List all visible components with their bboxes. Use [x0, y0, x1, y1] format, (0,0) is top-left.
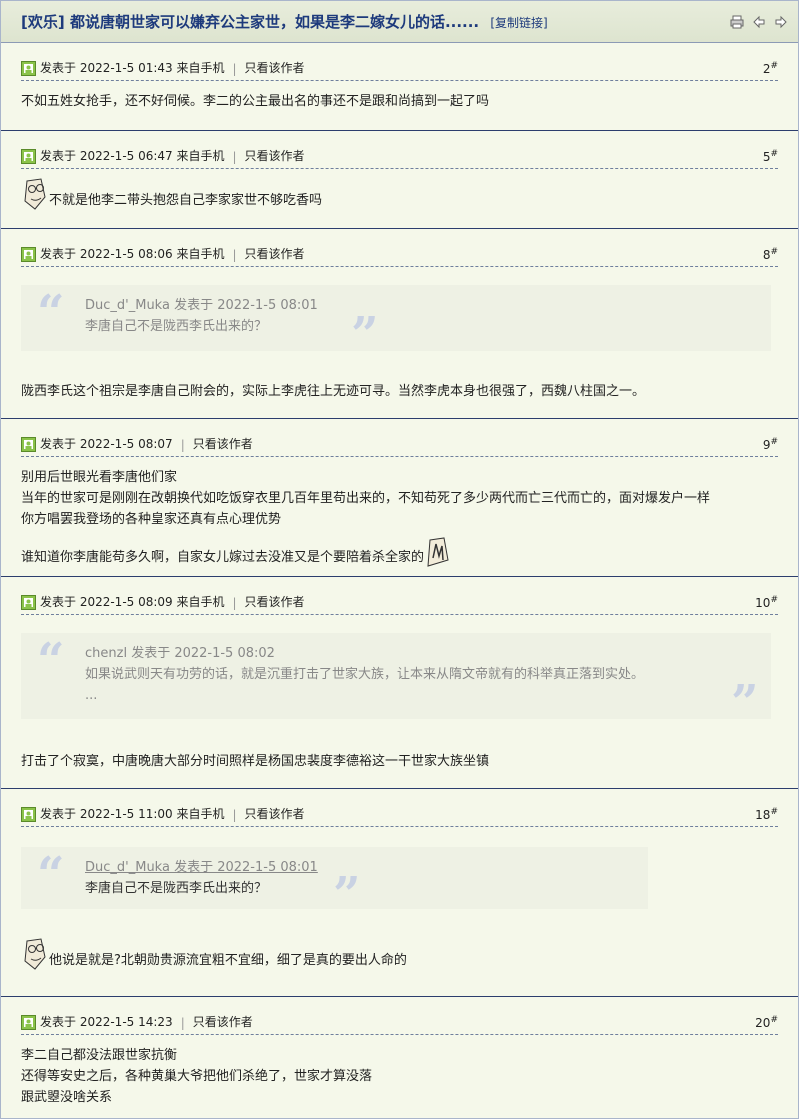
post: 发表于 2022-1-5 08:07 | 只看该作者 9# 别用后世眼光看李唐他…	[1, 419, 798, 577]
post-text: 陇西李氏这个祖宗是李唐自己附会的，实际上李虎往上无迹可寻。当然李虎本身也很强了，…	[21, 384, 646, 399]
next-icon[interactable]	[774, 15, 788, 29]
quote-block: “ Duc_d'_Muka 发表于 2022-1-5 08:01 李唐自己不是陇…	[21, 847, 648, 919]
post-meta: 发表于 2022-1-5 08:06 来自手机	[40, 247, 225, 261]
divider: |	[232, 808, 237, 822]
open-quote-icon: “	[37, 847, 65, 903]
post-text: 跟武曌没啥关系	[21, 1090, 113, 1105]
only-author-link[interactable]: 只看该作者	[245, 805, 305, 822]
post-body: 不如五姓女抢手，还不好伺候。李二的公主最出名的事还不是跟和尚搞到一起了吗	[21, 81, 778, 112]
user-icon	[21, 247, 36, 262]
post-header: 发表于 2022-1-5 08:09 来自手机 | 只看该作者 10#	[21, 577, 778, 615]
previous-icon[interactable]	[752, 15, 766, 29]
post-body: 陇西李氏这个祖宗是李唐自己附会的，实际上李虎往上无迹可寻。当然李虎本身也很强了，…	[21, 381, 778, 402]
post: 发表于 2022-1-5 01:43 来自手机 | 只看该作者 2# 不如五姓女…	[1, 43, 798, 131]
post: 发表于 2022-1-5 14:23 | 只看该作者 20# 李二自己都没法跟世…	[1, 997, 798, 1118]
thread-header: [欢乐] 都说唐朝世家可以嫌弃公主家世，如果是李二嫁女儿的话...... [复制…	[1, 1, 798, 43]
post: 发表于 2022-1-5 08:06 来自手机 | 只看该作者 8# “ Duc…	[1, 229, 798, 419]
user-icon	[21, 437, 36, 452]
post-text: 谁知道你李唐能苟多久啊，自家女儿嫁过去没准又是个要陪着杀全家的	[21, 536, 778, 568]
only-author-link[interactable]: 只看该作者	[245, 245, 305, 262]
user-icon	[21, 807, 36, 822]
divider: |	[180, 438, 185, 452]
post-body: 打击了个寂寞，中唐晚唐大部分时间照样是杨国忠裴度李德裕这一干世家大族坐镇	[21, 751, 778, 772]
post-text: 不就是他李二带头抱怨自己李家家世不够吃香吗	[21, 177, 778, 211]
floor-number[interactable]: 8#	[763, 247, 778, 262]
divider: |	[232, 62, 237, 76]
only-author-link[interactable]: 只看该作者	[245, 147, 305, 164]
floor-number[interactable]: 18#	[755, 807, 778, 822]
post: 发表于 2022-1-5 08:09 来自手机 | 只看该作者 10# “ ch…	[1, 577, 798, 789]
post-meta: 发表于 2022-1-5 14:23	[40, 1015, 173, 1029]
post-header: 发表于 2022-1-5 11:00 来自手机 | 只看该作者 18#	[21, 789, 778, 827]
post-text: 不如五姓女抢手，还不好伺候。李二的公主最出名的事还不是跟和尚搞到一起了吗	[21, 94, 490, 109]
quote-text: 李唐自己不是陇西李氏出来的？	[85, 319, 268, 334]
post-text: 他说是就是?北朝勋贵源流宜粗不宜细，细了是真的要出人命的	[21, 937, 778, 971]
post-header: 发表于 2022-1-5 08:06 来自手机 | 只看该作者 8#	[21, 229, 778, 267]
divider: |	[232, 150, 237, 164]
floor-number[interactable]: 2#	[763, 61, 778, 76]
user-icon	[21, 1015, 36, 1030]
post-header: 发表于 2022-1-5 01:43 来自手机 | 只看该作者 2#	[21, 43, 778, 81]
quote-author-link[interactable]: Duc_d'_Muka 发表于 2022-1-5 08:01	[85, 857, 648, 878]
thread-tools	[730, 15, 788, 29]
user-icon	[21, 149, 36, 164]
floor-number[interactable]: 10#	[755, 595, 778, 610]
thread-title: [欢乐] 都说唐朝世家可以嫌弃公主家世，如果是李二嫁女儿的话...... [复制…	[21, 11, 548, 32]
post-header: 发表于 2022-1-5 14:23 | 只看该作者 20#	[21, 997, 778, 1035]
thread-title-text: 都说唐朝世家可以嫌弃公主家世，如果是李二嫁女儿的话......	[64, 13, 480, 31]
copy-link[interactable]: [复制链接]	[490, 16, 547, 30]
floor-number[interactable]: 9#	[763, 437, 778, 452]
post-header: 发表于 2022-1-5 06:47 来自手机 | 只看该作者 5#	[21, 131, 778, 169]
user-icon	[21, 595, 36, 610]
post-body: 他说是就是?北朝勋贵源流宜粗不宜细，细了是真的要出人命的	[21, 937, 778, 971]
close-quote-icon: ”	[333, 867, 361, 923]
quote-more: ...	[85, 688, 98, 703]
post-body: 不就是他李二带头抱怨自己李家家世不够吃香吗	[21, 169, 778, 211]
user-icon	[21, 61, 36, 76]
thread-tag[interactable]: [欢乐]	[21, 13, 65, 31]
post-text: 你方唱罢我登场的各种皇家还真有点心理优势	[21, 512, 282, 527]
quote-author: Duc_d'_Muka 发表于 2022-1-5 08:01	[85, 298, 318, 313]
only-author-link[interactable]: 只看该作者	[245, 59, 305, 76]
post-body: 别用后世眼光看李唐他们家 当年的世家可是刚刚在改朝换代如吃饭穿衣里几百年里苟出来…	[21, 457, 778, 568]
post-text: 还得等安史之后，各种黄巢大爷把他们杀绝了，世家才算没落	[21, 1069, 373, 1084]
divider: |	[232, 248, 237, 262]
post-body: 李二自己都没法跟世家抗衡 还得等安史之后，各种黄巢大爷把他们杀绝了，世家才算没落…	[21, 1035, 778, 1108]
quote-block: “ chenzl 发表于 2022-1-5 08:02 如果说武则天有功劳的话，…	[21, 633, 771, 727]
post: 发表于 2022-1-5 06:47 来自手机 | 只看该作者 5# 不就是他李…	[1, 131, 798, 229]
post-header: 发表于 2022-1-5 08:07 | 只看该作者 9#	[21, 419, 778, 457]
thread-container: [欢乐] 都说唐朝世家可以嫌弃公主家世，如果是李二嫁女儿的话...... [复制…	[0, 0, 799, 1119]
post-meta: 发表于 2022-1-5 01:43 来自手机	[40, 61, 225, 75]
post-meta: 发表于 2022-1-5 08:09 来自手机	[40, 595, 225, 609]
only-author-link[interactable]: 只看该作者	[193, 1013, 253, 1030]
post-meta: 发表于 2022-1-5 08:07	[40, 437, 173, 451]
quote-author: chenzl 发表于 2022-1-5 08:02	[85, 646, 275, 661]
glasses-face-emoticon	[24, 938, 46, 970]
glasses-face-emoticon	[24, 178, 46, 210]
print-icon[interactable]	[730, 15, 744, 29]
quote-block: “ Duc_d'_Muka 发表于 2022-1-5 08:01 李唐自己不是陇…	[21, 285, 771, 359]
floor-number[interactable]: 5#	[763, 149, 778, 164]
post-text: 别用后世眼光看李唐他们家	[21, 470, 178, 485]
only-author-link[interactable]: 只看该作者	[193, 435, 253, 452]
divider: |	[180, 1016, 185, 1030]
hand-wave-emoticon	[427, 537, 449, 567]
open-quote-icon: “	[37, 633, 65, 689]
post-text: 打击了个寂寞，中唐晚唐大部分时间照样是杨国忠裴度李德裕这一干世家大族坐镇	[21, 754, 490, 769]
floor-number[interactable]: 20#	[755, 1015, 778, 1030]
post-meta: 发表于 2022-1-5 11:00 来自手机	[40, 807, 225, 821]
divider: |	[232, 596, 237, 610]
post-text: 李二自己都没法跟世家抗衡	[21, 1048, 178, 1063]
only-author-link[interactable]: 只看该作者	[245, 593, 305, 610]
post: 发表于 2022-1-5 11:00 来自手机 | 只看该作者 18# “ Du…	[1, 789, 798, 997]
close-quote-icon: ”	[731, 675, 759, 731]
open-quote-icon: “	[37, 285, 65, 341]
close-quote-icon: ”	[351, 307, 379, 363]
quote-text: 如果说武则天有功劳的话，就是沉重打击了世家大族，让本来从隋文帝就有的科举真正落到…	[85, 667, 645, 682]
quote-text: 李唐自己不是陇西李氏出来的？	[85, 881, 268, 896]
post-meta: 发表于 2022-1-5 06:47 来自手机	[40, 149, 225, 163]
post-text: 当年的世家可是刚刚在改朝换代如吃饭穿衣里几百年里苟出来的，不知苟死了多少两代而亡…	[21, 491, 711, 506]
